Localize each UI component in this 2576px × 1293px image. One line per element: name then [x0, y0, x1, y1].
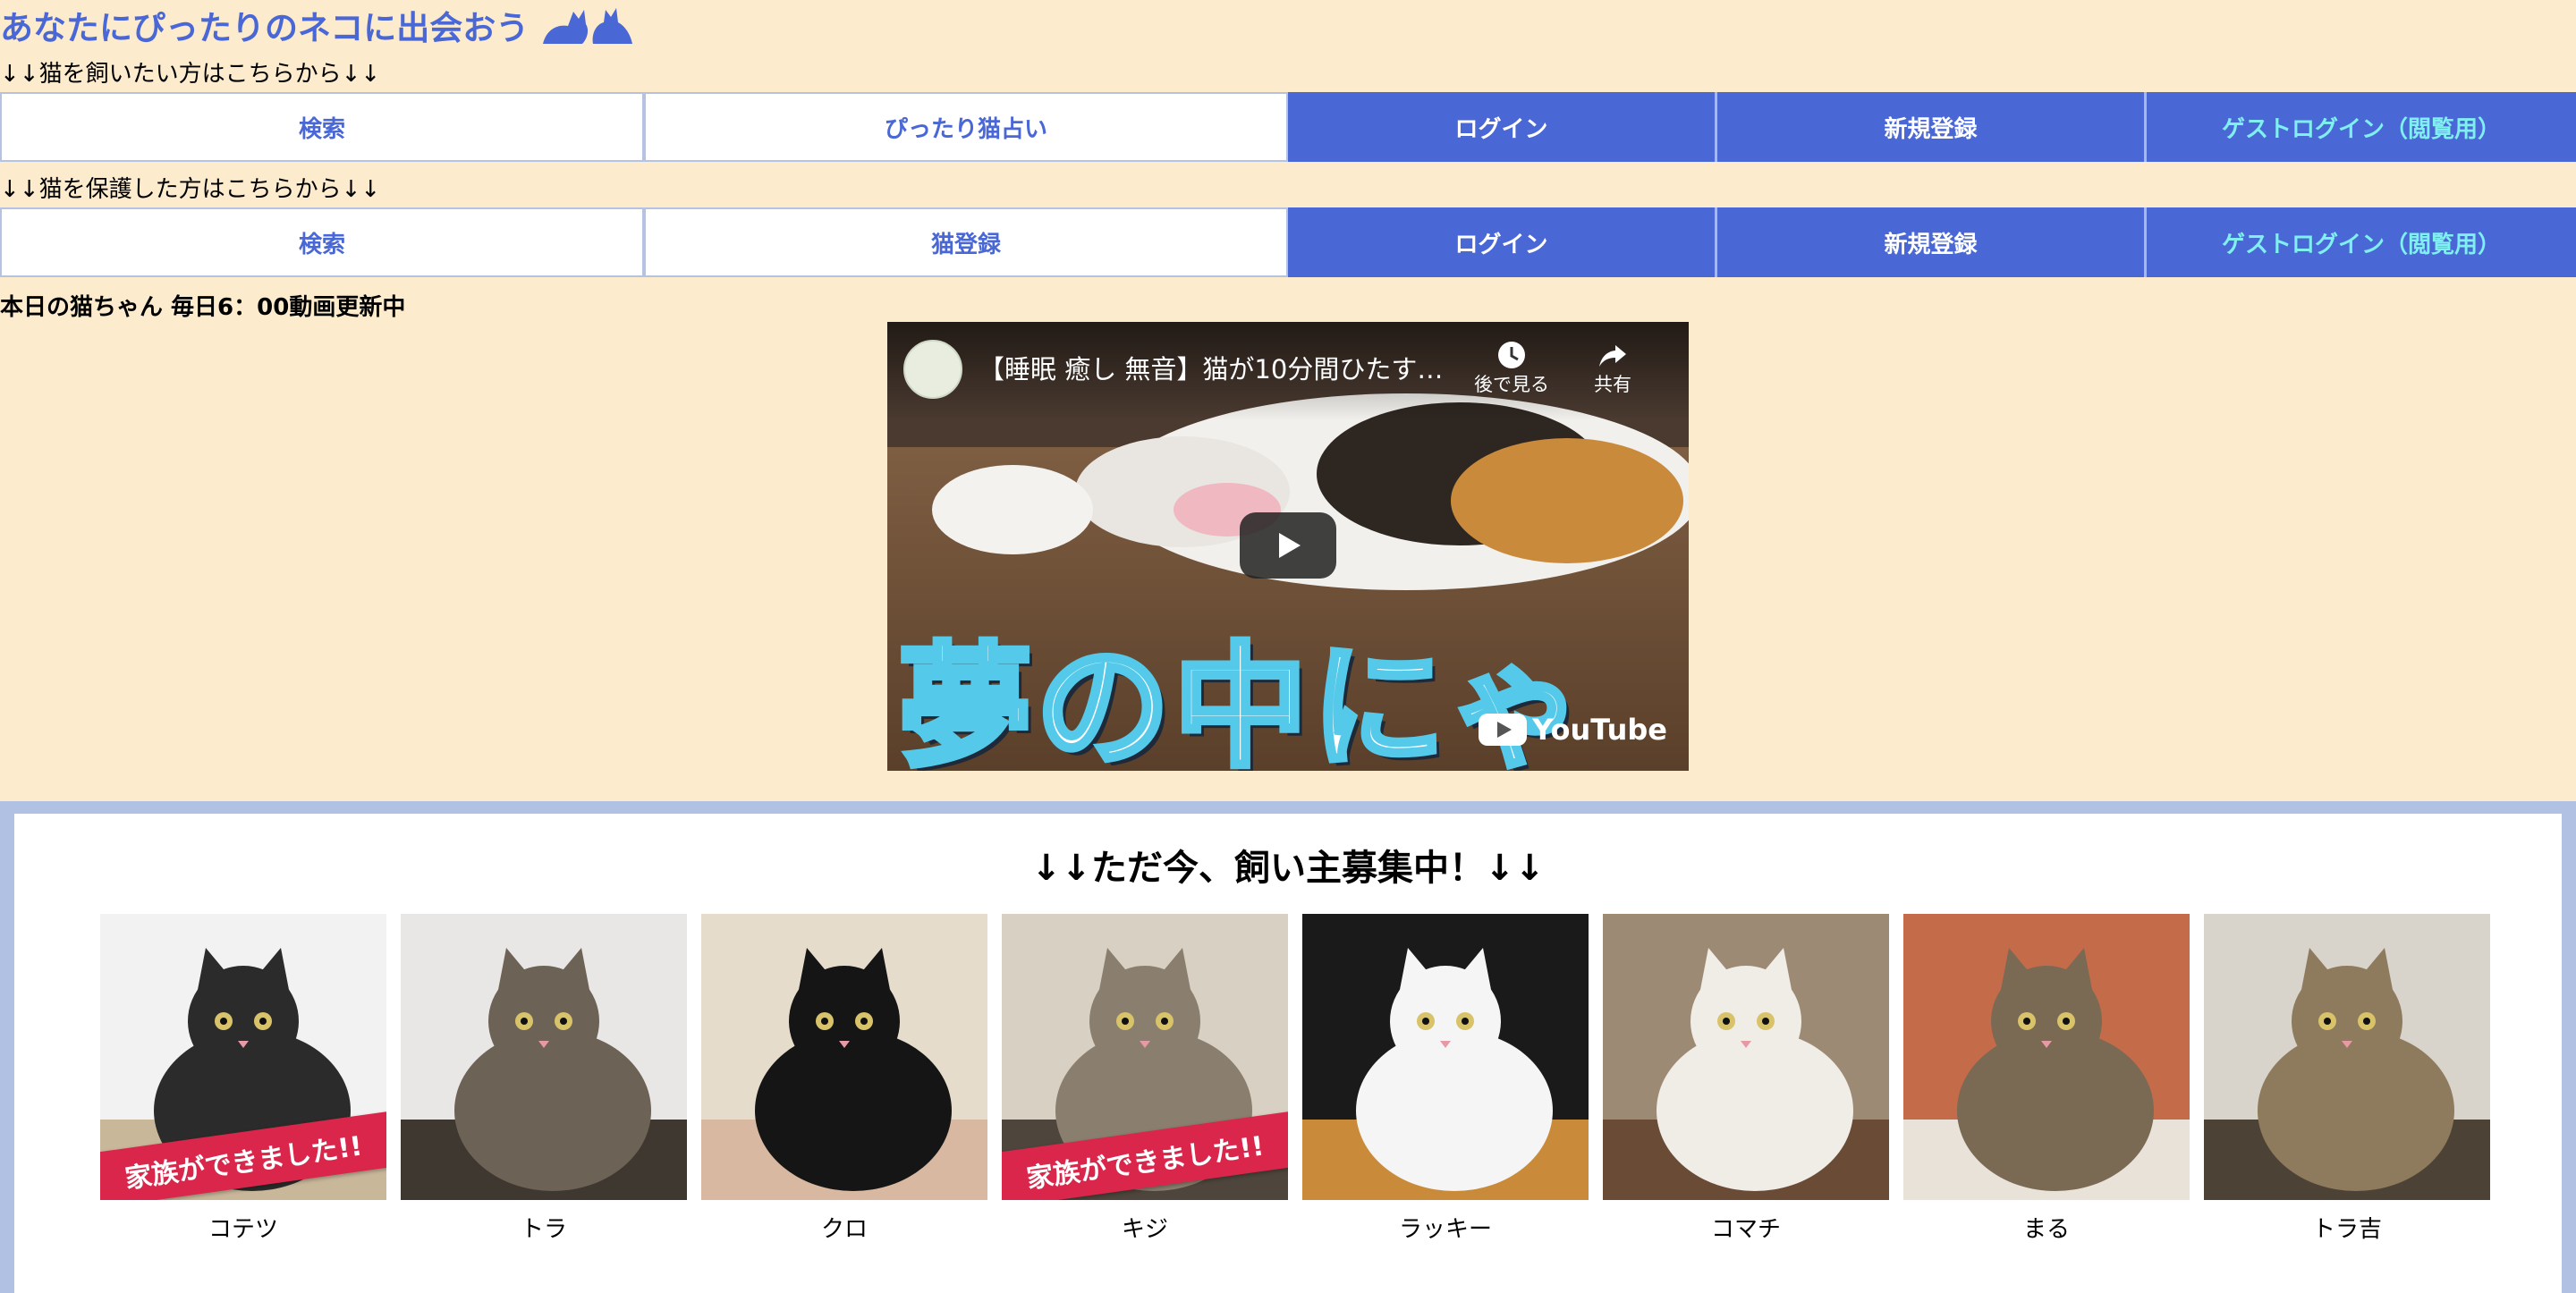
youtube-icon [1479, 714, 1528, 746]
protectors-search-button[interactable]: 検索 [0, 207, 644, 277]
fortune-button[interactable]: ぴったり猫占い [644, 92, 1288, 162]
cat-card[interactable]: トラ吉 [2204, 914, 2490, 1243]
protectors-signup-button[interactable]: 新規登録 [1717, 207, 2147, 277]
cat-name[interactable]: コマチ [1603, 1211, 1889, 1243]
cat-photo[interactable] [401, 914, 687, 1200]
video-title[interactable]: 【睡眠 癒し 無音】猫が10分間ひたすら... [979, 349, 1444, 386]
owners-login-button[interactable]: ログイン [1288, 92, 1717, 162]
register-cat-button[interactable]: 猫登録 [644, 207, 1288, 277]
cat-photo[interactable] [1903, 914, 2190, 1200]
youtube-logo[interactable]: YouTube [1479, 712, 1667, 748]
cat-name[interactable]: ラッキー [1302, 1211, 1589, 1243]
protectors-section-label: ↓↓猫を保護した方はこちらから↓↓ [0, 176, 381, 203]
channel-avatar[interactable] [903, 340, 962, 399]
cat-card[interactable]: まる [1903, 914, 2190, 1243]
play-icon [1279, 533, 1301, 558]
cat-name[interactable]: まる [1903, 1211, 2190, 1243]
cat-photo-image [401, 914, 687, 1200]
cat-name[interactable]: クロ [701, 1211, 987, 1243]
protectors-guest-login-button[interactable]: ゲストログイン（閲覧用） [2147, 207, 2576, 277]
cat-card[interactable]: 家族ができました!! キジ [1002, 914, 1288, 1243]
site-title: あなたにぴったりのネコに出会おう [0, 0, 638, 50]
cat-card[interactable]: トラ [401, 914, 687, 1243]
adoption-title: ↓↓ただ今、飼い主募集中！↓↓ [1030, 848, 1546, 889]
cat-photo-image [2204, 914, 2490, 1200]
cat-name[interactable]: キジ [1002, 1211, 1288, 1243]
owners-section-label: ↓↓猫を飼いたい方はこちらから↓↓ [0, 61, 381, 88]
cat-name[interactable]: トラ吉 [2204, 1211, 2490, 1243]
cat-name[interactable]: コテツ [100, 1211, 386, 1243]
cat-photo-image [701, 914, 987, 1200]
protectors-nav: 検索 猫登録 ログイン 新規登録 ゲストログイン（閲覧用） [0, 207, 2576, 277]
cat-photo[interactable] [1603, 914, 1889, 1200]
cat-photo-image [1903, 914, 2190, 1200]
clock-icon [1498, 342, 1525, 368]
today-cat-label: 本日の猫ちゃん 毎日6：00動画更新中 [0, 294, 406, 321]
video-player[interactable]: 【睡眠 癒し 無音】猫が10分間ひたすら... 後で見る 共有 夢の中にゃ Yo… [887, 322, 1689, 771]
adoption-panel-inner: ↓↓ただ今、飼い主募集中！↓↓ 家族ができました!! コテツ トラ クロ 家族ができまし… [14, 814, 2562, 1293]
owners-guest-login-button[interactable]: ゲストログイン（閲覧用） [2147, 92, 2576, 162]
cat-photo[interactable]: 家族ができました!! [100, 914, 386, 1200]
youtube-wordmark: YouTube [1532, 713, 1667, 747]
site-title-text: あなたにぴったりのネコに出会おう [0, 9, 530, 47]
adoption-panel: ↓↓ただ今、飼い主募集中！↓↓ 家族ができました!! コテツ トラ クロ 家族ができまし… [0, 801, 2576, 1293]
owners-nav: 検索 ぴったり猫占い ログイン 新規登録 ゲストログイン（閲覧用） [0, 92, 2576, 162]
owners-signup-button[interactable]: 新規登録 [1717, 92, 2147, 162]
cat-card[interactable]: コマチ [1603, 914, 1889, 1243]
cat-card[interactable]: ラッキー [1302, 914, 1589, 1243]
cat-photo-image [1302, 914, 1589, 1200]
owners-search-button[interactable]: 検索 [0, 92, 644, 162]
cat-photo[interactable] [1302, 914, 1589, 1200]
cat-photo[interactable]: 家族ができました!! [1002, 914, 1288, 1200]
cat-name[interactable]: トラ [401, 1211, 687, 1243]
protectors-login-button[interactable]: ログイン [1288, 207, 1717, 277]
share-button[interactable]: 共有 [1594, 340, 1631, 397]
share-label: 共有 [1594, 374, 1631, 395]
play-button[interactable] [1240, 512, 1336, 579]
watch-later-label: 後で見る [1474, 374, 1549, 395]
cat-card[interactable]: 家族ができました!! コテツ [100, 914, 386, 1243]
cat-card[interactable]: クロ [701, 914, 987, 1243]
cat-photo[interactable] [701, 914, 987, 1200]
share-icon [1599, 345, 1626, 367]
cat-silhouette-icon [543, 8, 633, 44]
cat-photo[interactable] [2204, 914, 2490, 1200]
watch-later-button[interactable]: 後で見る [1474, 340, 1549, 397]
cat-list: 家族ができました!! コテツ トラ クロ 家族ができました!! キジ ラッキー コマチ まる トラ… [100, 914, 2490, 1243]
cat-photo-image [1603, 914, 1889, 1200]
